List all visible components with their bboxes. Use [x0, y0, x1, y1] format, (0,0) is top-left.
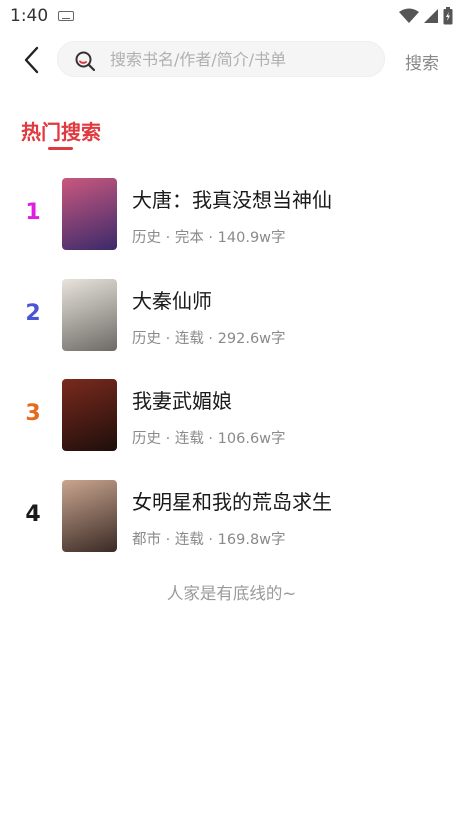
search-submit-button[interactable]: 搜索 — [405, 49, 439, 74]
back-button[interactable] — [14, 42, 48, 78]
search-input[interactable] — [110, 42, 370, 76]
book-meta: 历史 · 连载 · 106.6w字 — [132, 431, 286, 447]
search-header: 搜索 — [0, 40, 463, 80]
book-cover[interactable] — [62, 278, 117, 351]
book-cover[interactable] — [62, 178, 117, 250]
status-bar: 1:40 — [0, 0, 463, 34]
book-title: 大唐：我真没想当神仙 — [132, 188, 332, 212]
rank-number: 1 — [25, 200, 41, 225]
book-title: 我妻武媚娘 — [132, 389, 232, 413]
book-item[interactable]: 2 大秦仙师 历史 · 连载 · 292.6w字 — [0, 277, 463, 378]
keyboard-icon — [58, 11, 74, 21]
rank-number: 3 — [25, 401, 41, 426]
book-meta: 历史 · 完本 · 140.9w字 — [132, 230, 286, 246]
search-box[interactable] — [57, 41, 385, 77]
book-item[interactable]: 4 女明星和我的荒岛求生 都市 · 连载 · 169.8w字 — [0, 478, 463, 579]
end-of-list-note: 人家是有底线的~ — [166, 584, 297, 603]
book-title: 大秦仙师 — [132, 288, 212, 313]
signal-icon — [424, 9, 438, 23]
chevron-left-icon — [24, 46, 39, 74]
book-cover[interactable] — [62, 379, 117, 451]
book-title: 女明星和我的荒岛求生 — [132, 489, 332, 514]
search-icon — [75, 51, 96, 72]
book-meta: 都市 · 连载 · 169.8w字 — [132, 531, 286, 548]
book-cover[interactable] — [62, 479, 117, 552]
wifi-icon — [399, 8, 419, 23]
book-meta: 历史 · 连载 · 292.6w字 — [132, 330, 286, 347]
rank-number: 4 — [25, 501, 41, 527]
status-time: 1:40 — [10, 6, 49, 26]
book-item[interactable]: 3 我妻武媚娘 历史 · 连载 · 106.6w字 — [0, 377, 463, 478]
section-title-underline — [48, 147, 73, 150]
rank-number: 2 — [25, 300, 41, 326]
section-title: 热门搜索 — [21, 120, 101, 144]
book-item[interactable]: 1 大唐：我真没想当神仙 历史 · 完本 · 140.9w字 — [0, 176, 463, 277]
hot-search-list: 1 大唐：我真没想当神仙 历史 · 完本 · 140.9w字 2 大秦仙师 历史… — [0, 176, 463, 578]
status-icons — [399, 7, 453, 25]
battery-icon — [443, 7, 453, 25]
